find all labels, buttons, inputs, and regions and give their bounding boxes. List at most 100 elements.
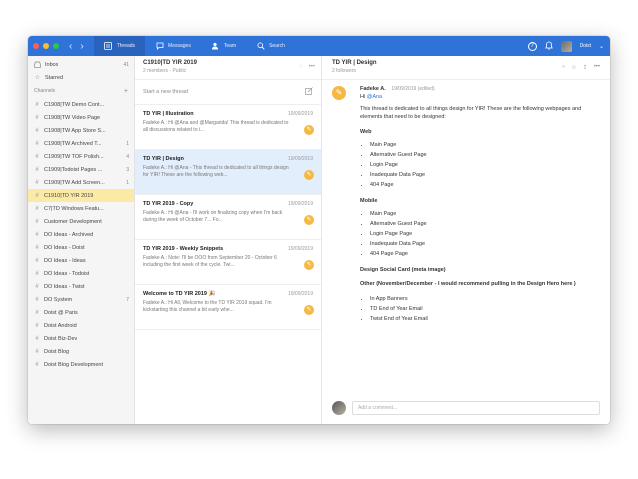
start-thread-button[interactable]: Start a new thread <box>135 80 321 105</box>
compose-icon <box>305 87 313 97</box>
list-item: 404 Page Page <box>370 249 600 259</box>
bell-icon[interactable] <box>544 41 553 52</box>
mark-done-icon[interactable]: ○ <box>562 64 566 71</box>
list-item: Alternative Guest Page <box>370 150 600 160</box>
sidebar-channel-item[interactable]: # C1908|TW Video Page <box>28 111 134 124</box>
channel-unread-count: 3 <box>126 166 129 173</box>
tab-threads[interactable]: Threads <box>93 36 146 56</box>
sidebar-channel-item[interactable]: # DO Ideas - Archived <box>28 228 134 241</box>
current-user-avatar <box>332 401 346 415</box>
sidebar-channel-item[interactable]: # DO Ideas - Ideas <box>28 254 134 267</box>
sidebar-item-inbox[interactable]: Inbox 41 <box>28 58 134 71</box>
share-icon[interactable]: ⇪ <box>583 64 588 71</box>
hash-icon: # <box>35 192 39 199</box>
list-item: Login Page Page <box>370 229 600 239</box>
inbox-icon <box>34 61 41 68</box>
sidebar-channel-item[interactable]: # C1910|TD YIR 2019 <box>28 189 134 202</box>
sidebar-channel-item[interactable]: # C1908|TW Archived T... 1 <box>28 137 134 150</box>
hash-icon: # <box>35 296 39 303</box>
hash-icon: # <box>35 361 39 368</box>
participant-avatar-icon: ✎ <box>304 260 314 270</box>
sidebar-channel-item[interactable]: # Doist Android <box>28 319 134 332</box>
thread-snippet: Fadeke A.: Hi @Ana - This thread is dedi… <box>143 165 289 178</box>
sidebar-channel-item[interactable]: # C1908|TW App Store S... <box>28 124 134 137</box>
sidebar-channel-item[interactable]: # Customer Development <box>28 215 134 228</box>
hash-icon: # <box>35 127 39 134</box>
workspace-avatar[interactable] <box>560 40 572 52</box>
sidebar-channel-item[interactable]: # Doist @ Paris <box>28 306 134 319</box>
thread-date: 19/09/2019 <box>287 111 313 117</box>
back-arrow-icon[interactable]: ‹ <box>69 41 72 52</box>
channel-name: C1908|TW Video Page <box>44 114 101 121</box>
sidebar-channel-item[interactable]: # C7|TD Windows Featu... <box>28 202 134 215</box>
list-item: Inadequate Data Page <box>370 170 600 180</box>
tab-messages[interactable]: Messages <box>145 36 201 56</box>
channel-name: C1908|TW Demo Cont... <box>44 101 105 108</box>
channel-name: C1908|TW Archived T... <box>44 140 102 147</box>
tab-search[interactable]: Search <box>246 36 295 56</box>
channel-name: C1909|TW TOF Polish... <box>44 153 104 160</box>
channel-name: DO Ideas - Doist <box>44 244 85 251</box>
minimize-window-button[interactable] <box>43 43 49 49</box>
channels-section-header: Channels + <box>34 87 128 95</box>
other-list: In App BannersTD End of Year EmailTwist … <box>360 294 600 324</box>
thread-date: 19/09/2019 <box>287 291 313 297</box>
thread-date: 19/09/2019 <box>287 156 313 162</box>
channel-name: Doist Android <box>44 322 77 329</box>
channel-name: Doist @ Paris <box>44 309 78 316</box>
tab-team[interactable]: Team <box>201 36 246 56</box>
help-icon[interactable]: ? <box>527 41 537 51</box>
thread-list-item[interactable]: TD YIR | Illustration 19/09/2019 Fadeke A.… <box>135 105 321 150</box>
hash-icon: # <box>35 179 39 186</box>
sidebar-channel-item[interactable]: # C1909|TW Add Screen... 1 <box>28 176 134 189</box>
message-author[interactable]: Fadeke A. <box>360 86 386 92</box>
web-heading: Web <box>360 129 372 135</box>
channel-name: C1908|TW App Store S... <box>44 127 106 134</box>
workspace-switcher[interactable]: Doist <box>580 43 591 49</box>
sidebar-channel-item[interactable]: # DO Ideas - Doist <box>28 241 134 254</box>
window-controls <box>33 43 59 49</box>
channel-name: C1909|Todoist Pages ... <box>44 166 103 173</box>
channel-name: DO Ideas - Twist <box>44 283 85 290</box>
author-avatar-icon: ✎ <box>332 86 346 100</box>
thread-list-item[interactable]: TD YIR 2019 - Weekly Snippets 19/09/2019 F… <box>135 240 321 285</box>
sidebar-channel-item[interactable]: # C1908|TW Demo Cont... <box>28 98 134 111</box>
more-options-icon[interactable]: ••• <box>594 64 600 71</box>
mobile-list: Main PageAlternative Guest PageLogin Pag… <box>360 209 600 259</box>
sidebar-item-starred[interactable]: ☆ Starred <box>28 71 134 84</box>
chevron-down-icon[interactable]: ⌄ <box>599 43 604 50</box>
hash-icon: # <box>35 101 39 108</box>
sidebar-channel-item[interactable]: # DO Ideas - Twist <box>28 280 134 293</box>
thread-list-item[interactable]: Welcome to TD YIR 2019 🎉 19/09/2019 Fadeke… <box>135 285 321 330</box>
close-window-button[interactable] <box>33 43 39 49</box>
sidebar-channel-item[interactable]: # Doist Blog Development <box>28 358 134 371</box>
star-icon[interactable]: ☆ <box>571 64 576 71</box>
mention-link[interactable]: @Ana <box>367 94 382 100</box>
sidebar-channel-item[interactable]: # DO Ideas - Todoist <box>28 267 134 280</box>
mobile-heading: Mobile <box>360 198 378 204</box>
add-channel-icon[interactable]: + <box>124 88 128 95</box>
app-window: ‹ › Threads Messages Team Search ? Doist… <box>28 36 610 424</box>
participant-avatar-icon: ✎ <box>304 215 314 225</box>
comment-input[interactable]: Add a comment... <box>352 401 600 415</box>
thread-list-item[interactable]: TD YIR 2019 - Copy 19/09/2019 Fadeke A.: H… <box>135 195 321 240</box>
thread-list-item[interactable]: TD YIR | Design 19/09/2019 Fadeke A.: Hi @… <box>135 150 321 195</box>
top-bar: ‹ › Threads Messages Team Search ? Doist… <box>28 36 610 56</box>
sidebar-channel-item[interactable]: # DO System 7 <box>28 293 134 306</box>
thread-snippet: Fadeke A.: Hi All, Welcome to the TD YIR… <box>143 300 272 313</box>
list-item: Twist End of Year Email <box>370 314 600 324</box>
sidebar-channel-item[interactable]: # C1909|Todoist Pages ... 3 <box>28 163 134 176</box>
sidebar-channel-item[interactable]: # Doist Blog <box>28 345 134 358</box>
sidebar-channel-item[interactable]: # C1909|TW TOF Polish... 4 <box>28 150 134 163</box>
sidebar-channel-item[interactable]: # Doist Biz-Dev <box>28 332 134 345</box>
hash-icon: # <box>35 270 39 277</box>
participant-avatar-icon: ✎ <box>304 170 314 180</box>
thread-header: TD YIR | Design 2 followers ○ ☆ ⇪ ••• <box>322 56 610 80</box>
zoom-window-button[interactable] <box>53 43 59 49</box>
channel-name: DO Ideas - Todoist <box>44 270 90 277</box>
sidebar: Inbox 41 ☆ Starred Channels + # C1908|TW … <box>28 56 135 424</box>
channel-header: C1910|TD YIR 2019 2 members · Public ◌ •… <box>135 56 321 80</box>
forward-arrow-icon[interactable]: › <box>80 41 83 52</box>
more-options-icon[interactable]: ••• <box>309 64 315 70</box>
channel-settings-icon[interactable]: ◌ <box>299 64 303 70</box>
